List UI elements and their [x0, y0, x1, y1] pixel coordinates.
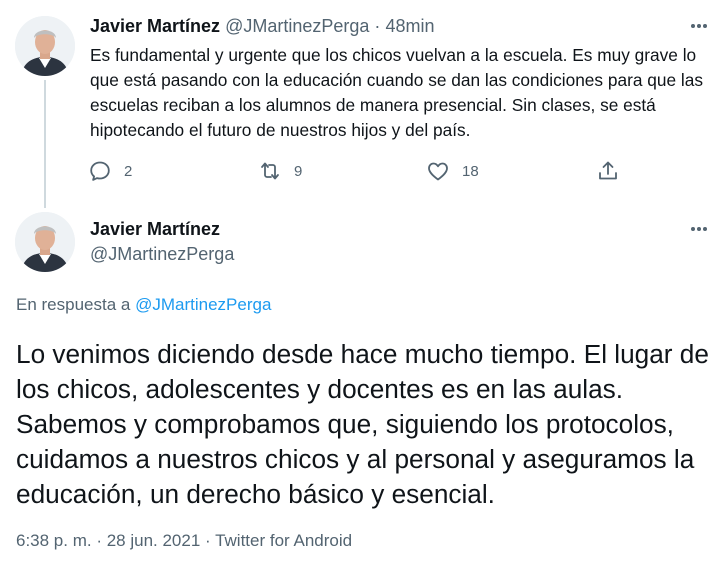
- like-icon: [428, 162, 448, 181]
- retweet-button[interactable]: 9: [258, 158, 302, 184]
- reply-count: 2: [124, 162, 133, 180]
- share-button[interactable]: [596, 158, 620, 184]
- reply-icon: [90, 161, 110, 181]
- reply-mention-link[interactable]: @JMartinezPerga: [135, 295, 271, 314]
- header-separator: ·: [374, 16, 381, 36]
- parent-tweet-header: Javier Martínez @JMartinezPerga · 48min: [90, 16, 434, 37]
- parent-author-name[interactable]: Javier Martínez: [90, 16, 220, 36]
- tweet-metadata[interactable]: 6:38 p. m. · 28 jun. 2021 · Twitter for …: [16, 531, 352, 551]
- parent-avatar[interactable]: [15, 16, 75, 76]
- retweet-icon: [261, 162, 279, 180]
- retweet-count: 9: [294, 162, 303, 180]
- main-author-handle[interactable]: @JMartinezPerga: [90, 244, 234, 265]
- more-icon[interactable]: [684, 14, 714, 38]
- main-tweet-text: Lo venimos diciendo desde hace mucho tie…: [16, 339, 709, 509]
- reply-prefix: En respuesta a: [16, 295, 131, 314]
- main-avatar[interactable]: [15, 212, 75, 272]
- reply-button[interactable]: 2: [88, 158, 132, 184]
- more-icon[interactable]: [684, 217, 714, 241]
- like-count: 18: [462, 162, 479, 180]
- reply-context: En respuesta a @JMartinezPerga: [16, 295, 271, 315]
- parent-tweet-text: Es fundamental y urgente que los chicos …: [90, 45, 703, 140]
- share-icon: [599, 161, 617, 180]
- main-author-name[interactable]: Javier Martínez: [90, 219, 220, 240]
- like-button[interactable]: 18: [426, 158, 479, 184]
- parent-tweet-time[interactable]: 48min: [385, 16, 434, 36]
- parent-author-handle[interactable]: @JMartinezPerga: [225, 16, 369, 36]
- tweet-action-bar: 2 9 18: [88, 158, 628, 184]
- thread-line: [44, 80, 46, 208]
